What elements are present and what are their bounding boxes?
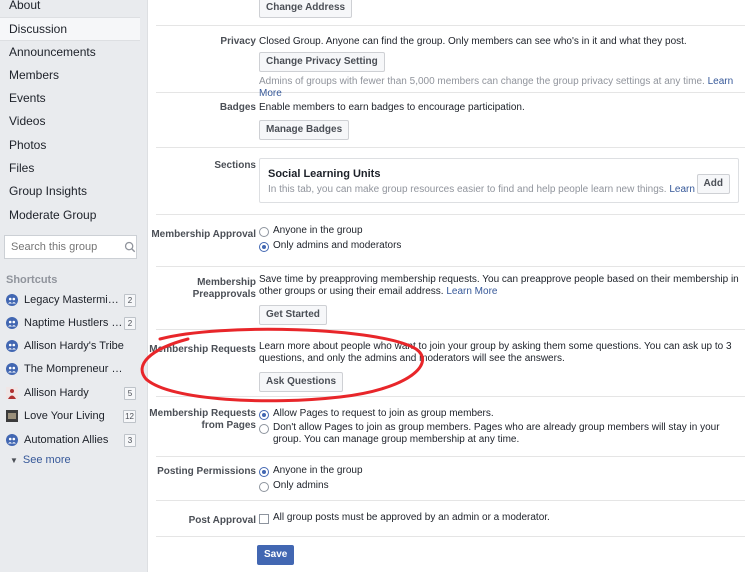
membership-requests-label: Membership Requests xyxy=(149,344,256,355)
preapprovals-label: Membership Preapprovals xyxy=(192,277,256,300)
posting-permissions-row: Posting Permissions Anyone in the group … xyxy=(156,457,745,501)
shortcuts-heading: Shortcuts xyxy=(6,274,58,286)
group-icon xyxy=(6,340,18,352)
left-sidebar: About Discussion Announcements Members E… xyxy=(0,0,140,572)
post-approval-option[interactable]: All group posts must be approved by an a… xyxy=(259,512,745,524)
privacy-description: Closed Group. Anyone can find the group.… xyxy=(259,36,687,47)
chevron-down-icon: ▼ xyxy=(10,455,18,465)
see-more-label: See more xyxy=(22,454,71,466)
shortcut-label: Allison Hardy's Tribe xyxy=(24,340,124,352)
privacy-row: Privacy Closed Group. Anyone can find th… xyxy=(156,26,745,99)
radio-button[interactable] xyxy=(259,424,269,434)
change-privacy-button[interactable]: Change Privacy Setting xyxy=(259,52,385,72)
address-row: Change Address xyxy=(156,0,745,26)
nav-events[interactable]: Events xyxy=(0,87,140,110)
group-icon xyxy=(6,317,18,329)
change-address-button[interactable]: Change Address xyxy=(259,0,353,18)
nav-photos[interactable]: Photos xyxy=(0,134,140,157)
add-section-button[interactable]: Add xyxy=(696,174,730,194)
membership-approval-row: Membership Approval Anyone in the group … xyxy=(151,215,745,267)
shortcut-item[interactable]: Love Your Living 12 xyxy=(6,407,136,425)
group-nav: About Discussion Announcements Members E… xyxy=(0,0,140,227)
group-icon xyxy=(6,434,18,446)
sections-label: Sections xyxy=(214,160,256,171)
membership-requests-description: Learn more about people who want to join… xyxy=(259,341,732,364)
radio-button-selected[interactable] xyxy=(259,410,269,420)
group-settings-panel: Change Address Privacy Closed Group. Any… xyxy=(147,0,750,572)
shortcut-item[interactable]: The Mompreneur Com... xyxy=(6,360,136,378)
shortcut-item[interactable]: Legacy Mastermind ... 2 xyxy=(6,291,136,309)
ask-questions-button[interactable]: Ask Questions xyxy=(259,372,344,392)
page-icon xyxy=(6,410,18,422)
approval-option-admins[interactable]: Only admins and moderators xyxy=(259,240,745,252)
group-icon xyxy=(6,294,18,306)
shortcut-item[interactable]: Allison Hardy 5 xyxy=(6,384,136,402)
nav-announcements[interactable]: Announcements xyxy=(0,41,140,64)
radio-button[interactable] xyxy=(259,482,269,492)
membership-approval-label: Membership Approval xyxy=(151,229,256,240)
requests-from-pages-row: Membership Requests from Pages Allow Pag… xyxy=(149,397,745,457)
badges-description: Enable members to earn badges to encoura… xyxy=(259,102,525,113)
section-title: Social Learning Units xyxy=(268,168,381,180)
save-button[interactable]: Save xyxy=(257,545,295,565)
radio-button[interactable] xyxy=(259,227,269,237)
search-input[interactable] xyxy=(9,240,118,254)
nav-videos[interactable]: Videos xyxy=(0,110,140,133)
nav-files[interactable]: Files xyxy=(0,157,140,180)
see-more-link[interactable]: ▼ See more xyxy=(10,454,71,466)
shortcut-item[interactable]: Naptime Hustlers Inc... 2 xyxy=(6,314,136,332)
sections-row: Sections Social Learning Units In this t… xyxy=(156,148,745,215)
notification-badge: 12 xyxy=(123,410,136,423)
post-approval-checkbox[interactable] xyxy=(259,514,269,524)
notification-badge: 2 xyxy=(124,317,136,330)
section-card: Social Learning Units In this tab, you c… xyxy=(259,158,739,203)
preapprovals-description: Save time by preapproving membership req… xyxy=(259,274,739,297)
nav-about[interactable]: About xyxy=(0,0,140,17)
shortcut-label: Allison Hardy xyxy=(24,387,89,399)
shortcut-label: Love Your Living xyxy=(24,410,105,422)
profile-icon xyxy=(6,387,18,399)
approval-option-anyone[interactable]: Anyone in the group xyxy=(259,225,745,237)
shortcut-label: Naptime Hustlers Inc... xyxy=(24,317,124,329)
shortcut-label: Automation Allies xyxy=(24,434,109,446)
post-approval-label: Post Approval xyxy=(188,515,256,526)
posting-permissions-label: Posting Permissions xyxy=(157,466,256,477)
shortcut-label: The Mompreneur Com... xyxy=(24,363,124,375)
privacy-label: Privacy xyxy=(220,36,256,47)
nav-discussion[interactable]: Discussion xyxy=(0,17,140,41)
group-icon xyxy=(6,363,18,375)
badges-row: Badges Enable members to earn badges to … xyxy=(156,93,745,148)
preapprovals-row: Membership Preapprovals Save time by pre… xyxy=(156,267,745,330)
section-description: In this tab, you can make group resource… xyxy=(268,184,721,195)
membership-requests-row: Membership Requests Learn more about peo… xyxy=(149,330,745,397)
manage-badges-button[interactable]: Manage Badges xyxy=(259,120,350,140)
nav-moderate-group[interactable]: Moderate Group xyxy=(0,204,140,227)
pages-option-allow[interactable]: Allow Pages to request to join as group … xyxy=(259,408,745,420)
post-approval-row: Post Approval All group posts must be ap… xyxy=(156,501,745,537)
group-search[interactable] xyxy=(4,235,137,259)
privacy-note-text: Admins of groups with fewer than 5,000 m… xyxy=(259,76,705,87)
notification-badge: 3 xyxy=(124,434,136,447)
posting-option-admins[interactable]: Only admins xyxy=(259,480,745,492)
preapprovals-learn-more-link[interactable]: Learn More xyxy=(446,286,497,297)
shortcut-label: Legacy Mastermind ... xyxy=(24,294,124,306)
notification-badge: 5 xyxy=(124,387,136,400)
radio-button-selected[interactable] xyxy=(259,242,269,252)
nav-group-insights[interactable]: Group Insights xyxy=(0,180,140,203)
notification-badge: 2 xyxy=(124,294,136,307)
radio-button-selected[interactable] xyxy=(259,467,269,477)
search-icon[interactable] xyxy=(124,240,136,254)
shortcut-item[interactable]: Automation Allies 3 xyxy=(6,431,136,449)
posting-option-anyone[interactable]: Anyone in the group xyxy=(259,465,745,477)
get-started-button[interactable]: Get Started xyxy=(259,305,327,325)
nav-members[interactable]: Members xyxy=(0,64,140,87)
pages-option-disallow[interactable]: Don't allow Pages to join as group membe… xyxy=(259,422,745,446)
shortcut-item[interactable]: Allison Hardy's Tribe xyxy=(6,337,136,355)
badges-label: Badges xyxy=(219,102,256,113)
requests-from-pages-label: Membership Requests from Pages xyxy=(149,408,256,431)
